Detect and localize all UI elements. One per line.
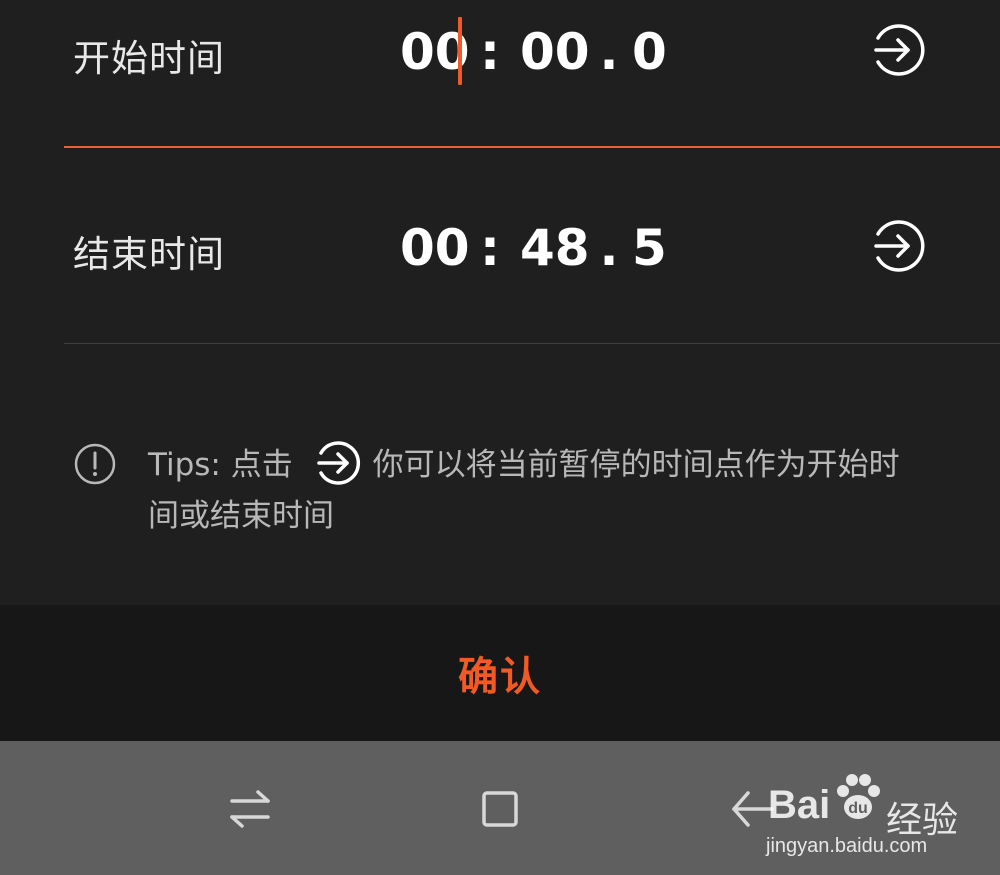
arrow-in-circle-icon <box>874 24 925 76</box>
tips-prefix: Tips: 点击 <box>148 447 293 483</box>
svg-text:du: du <box>848 800 868 817</box>
arrow-in-circle-icon <box>874 220 925 272</box>
system-navbar: Bai du 经验 jingyan.baidu.com <box>0 741 1000 875</box>
end-time-label: 结束时间 <box>73 233 225 276</box>
start-time-value[interactable]: 00 : 00 . 0 <box>400 17 672 85</box>
set-start-current-button[interactable] <box>866 18 930 82</box>
start-minutes-field[interactable]: 00 <box>400 17 470 85</box>
end-time-row: 结束时间 00 : 48 . 5 <box>0 148 1000 344</box>
watermark-url: jingyan.baidu.com <box>766 835 928 857</box>
end-minutes-field[interactable]: 00 <box>400 219 470 277</box>
dot-separator: . <box>599 23 619 81</box>
paw-icon: du <box>837 774 880 819</box>
swap-arrows-icon[interactable] <box>226 787 274 831</box>
info-circle-icon <box>74 443 116 485</box>
start-time-label: 开始时间 <box>73 37 225 80</box>
arrow-in-circle-icon <box>316 440 360 485</box>
end-time-value[interactable]: 00 : 48 . 5 <box>400 218 672 278</box>
start-seconds-field[interactable]: 00 <box>520 23 590 81</box>
set-end-current-button[interactable] <box>866 214 930 278</box>
text-cursor <box>458 17 462 85</box>
confirm-button[interactable]: 确认 <box>458 644 542 702</box>
row-divider <box>64 343 1000 344</box>
dot-separator: . <box>599 219 619 277</box>
confirm-bar: 确认 <box>0 605 1000 741</box>
end-seconds-field[interactable]: 48 <box>520 219 590 277</box>
watermark-logo: Bai <box>768 783 831 827</box>
baidu-jingyan-watermark: Bai du 经验 jingyan.baidu.com <box>760 769 970 869</box>
end-fraction-field[interactable]: 5 <box>632 219 672 277</box>
start-fraction-field[interactable]: 0 <box>632 23 672 81</box>
square-home-icon[interactable] <box>476 785 524 833</box>
tips-text: Tips: 点击 你可以将当前暂停的时间点作为开始时间或结束时间 <box>148 440 928 542</box>
start-time-row: 开始时间 00 : 00 . 0 <box>0 0 1000 148</box>
